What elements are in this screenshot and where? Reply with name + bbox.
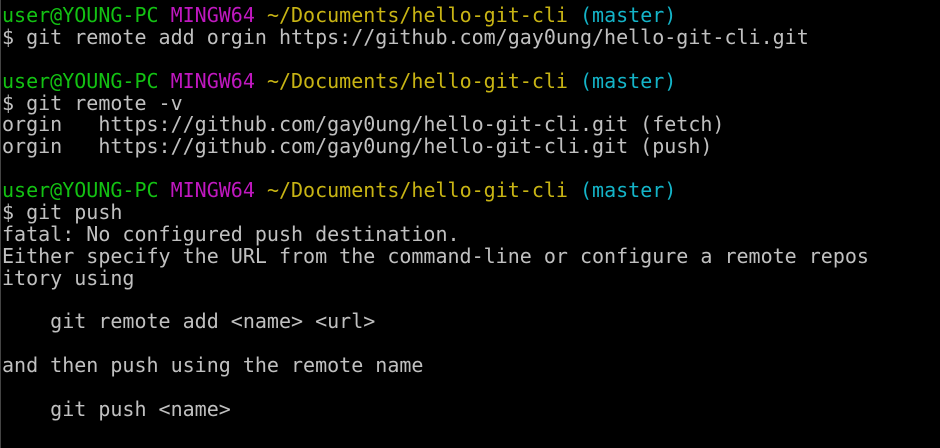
prompt-path: ~/Documents/hello-git-cli xyxy=(266,3,568,27)
output-line: itory using xyxy=(2,265,135,290)
prompt-line: user@YOUNG-PC MINGW64 ~/Documents/hello-… xyxy=(2,3,938,27)
command-line: $ git remote add orgin https://github.co… xyxy=(2,24,809,49)
prompt-line: user@YOUNG-PC MINGW64 ~/Documents/hello-… xyxy=(2,178,938,203)
prompt-user: user@YOUNG-PC xyxy=(2,3,159,27)
terminal-output[interactable]: user@YOUNG-PC MINGW64 ~/Documents/hello-… xyxy=(2,3,938,422)
prompt-branch: (master) xyxy=(580,3,677,27)
prompt-system: MINGW64 xyxy=(170,68,255,93)
output-line: orgin https://github.com/gay0ung/hello-g… xyxy=(2,134,713,159)
prompt-system: MINGW64 xyxy=(170,3,255,27)
prompt-branch: (master) xyxy=(580,178,677,203)
prompt-user: user@YOUNG-PC xyxy=(2,68,159,93)
prompt-path: ~/Documents/hello-git-cli xyxy=(266,178,568,203)
prompt-user: user@YOUNG-PC xyxy=(2,178,159,203)
output-line: Either specify the URL from the command-… xyxy=(2,243,869,268)
output-line: git remote add <name> <url> xyxy=(2,309,376,334)
output-line: orgin https://github.com/gay0ung/hello-g… xyxy=(2,112,725,137)
prompt-branch: (master) xyxy=(580,68,677,93)
prompt-line: user@YOUNG-PC MINGW64 ~/Documents/hello-… xyxy=(2,68,938,93)
output-line: git push <name> xyxy=(2,397,231,422)
command-line: $ git remote -v xyxy=(2,90,183,115)
prompt-system: MINGW64 xyxy=(170,178,255,203)
output-line: fatal: No configured push destination. xyxy=(2,221,460,246)
prompt-path: ~/Documents/hello-git-cli xyxy=(266,68,568,93)
command-line: $ git push xyxy=(2,200,123,225)
output-line: and then push using the remote name xyxy=(2,353,424,378)
window-edge xyxy=(0,0,1,448)
